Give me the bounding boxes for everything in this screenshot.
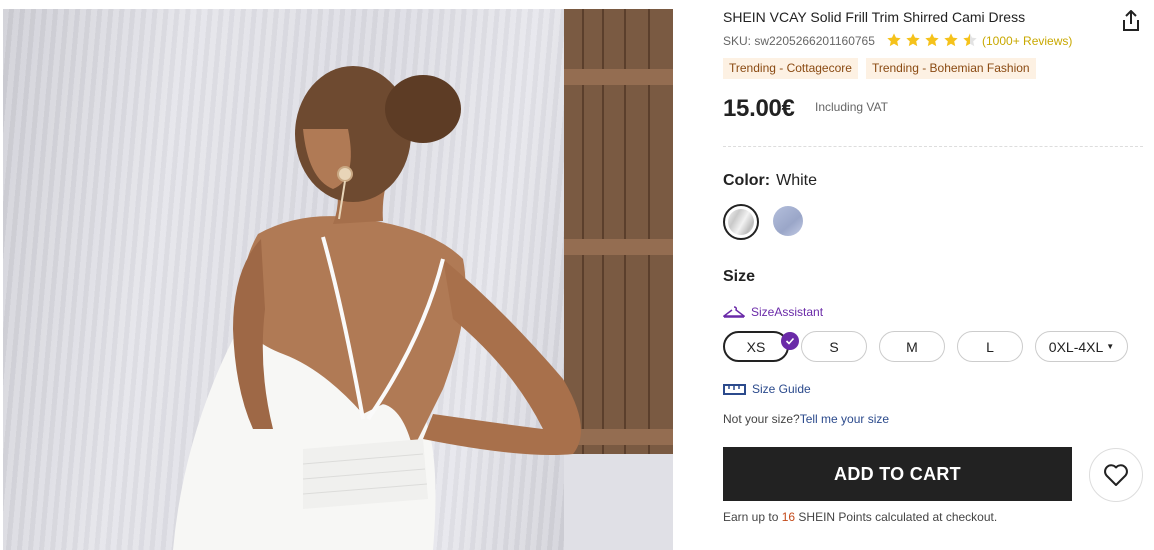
reviews-link[interactable]: (1000+ Reviews) bbox=[982, 34, 1072, 48]
size-heading: Size bbox=[723, 268, 756, 285]
color-label: Color: bbox=[723, 172, 771, 189]
add-to-cart-button[interactable]: ADD TO CART bbox=[723, 447, 1072, 501]
not-your-size-text: Not your size? bbox=[723, 412, 800, 426]
share-icon[interactable] bbox=[1121, 9, 1141, 32]
size-assistant-icon bbox=[723, 306, 745, 318]
rating-stars bbox=[886, 32, 978, 48]
trending-tags: Trending - Cottagecore Trending - Bohemi… bbox=[723, 58, 1036, 79]
size-range-label: 0XL-4XL bbox=[1048, 338, 1104, 355]
vat-note: Including VAT bbox=[815, 100, 888, 114]
color-value: White bbox=[776, 172, 818, 189]
product-info-panel: SHEIN VCAY Solid Frill Trim Shirred Cami… bbox=[723, 0, 1148, 550]
size-guide-link[interactable]: Size Guide bbox=[723, 382, 811, 396]
size-option-s[interactable]: S bbox=[801, 331, 867, 362]
not-your-size: Not your size?Tell me your size bbox=[723, 412, 889, 426]
tell-me-size-link[interactable]: Tell me your size bbox=[800, 412, 889, 426]
points-prefix: Earn up to bbox=[723, 510, 782, 524]
size-assistant-link[interactable]: SizeAssistant bbox=[723, 305, 823, 319]
size-option-l[interactable]: L bbox=[957, 331, 1023, 362]
star-icon bbox=[944, 33, 958, 47]
star-icon bbox=[906, 33, 920, 47]
heart-icon bbox=[1104, 464, 1128, 486]
ruler-icon bbox=[723, 384, 746, 395]
size-option-label: XS bbox=[746, 338, 766, 355]
check-icon bbox=[781, 332, 799, 350]
color-heading: Color: White bbox=[723, 172, 817, 190]
product-title: SHEIN VCAY Solid Frill Trim Shirred Cami… bbox=[723, 9, 1026, 25]
size-option-label: S bbox=[829, 338, 839, 355]
color-swatch-blue[interactable] bbox=[773, 206, 803, 236]
product-price: 15.00€ bbox=[723, 95, 795, 122]
product-sku: SKU: sw2205266201160765 bbox=[723, 34, 875, 48]
caret-down-icon: ▼ bbox=[1106, 342, 1115, 351]
photo-model-figure bbox=[173, 66, 581, 550]
size-option-m[interactable]: M bbox=[879, 331, 945, 362]
size-range-dropdown[interactable]: 0XL-4XL ▼ bbox=[1035, 331, 1128, 362]
wishlist-button[interactable] bbox=[1089, 448, 1143, 502]
color-swatch-white[interactable] bbox=[723, 204, 759, 240]
star-icon bbox=[925, 33, 939, 47]
points-value: 16 bbox=[781, 510, 796, 524]
size-assistant-label: SizeAssistant bbox=[751, 305, 824, 319]
points-suffix: SHEIN Points calculated at checkout. bbox=[795, 510, 998, 524]
size-option-label: L bbox=[986, 338, 994, 355]
product-image[interactable] bbox=[3, 9, 673, 550]
points-note: Earn up to 16 SHEIN Points calculated at… bbox=[723, 510, 997, 524]
tag-bohemian[interactable]: Trending - Bohemian Fashion bbox=[865, 58, 1036, 79]
star-half-icon bbox=[963, 33, 977, 47]
size-option-xs[interactable]: XS bbox=[723, 331, 799, 362]
star-icon bbox=[887, 33, 901, 47]
size-option-label: M bbox=[906, 338, 918, 355]
tag-cottagecore[interactable]: Trending - Cottagecore bbox=[723, 58, 858, 79]
size-guide-label: Size Guide bbox=[752, 382, 811, 396]
divider bbox=[723, 146, 1143, 147]
